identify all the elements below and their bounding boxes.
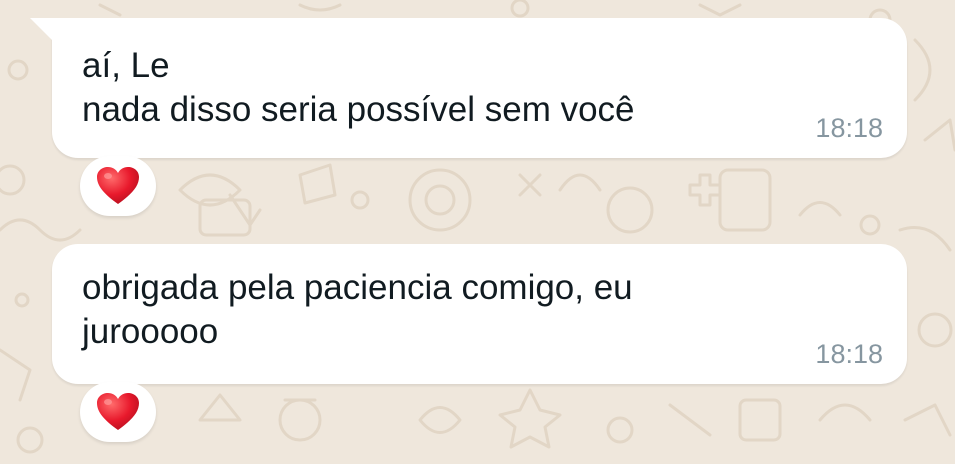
message-bubble-2[interactable]: obrigada pela paciencia comigo, eu juroo… [52, 244, 907, 384]
red-heart-icon [96, 392, 140, 432]
red-heart-icon [96, 166, 140, 206]
message-bubble-1[interactable]: aí, Le nada disso seria possível sem voc… [30, 18, 907, 158]
message-timestamp: 18:18 [815, 113, 883, 143]
bubble-tail [30, 18, 52, 40]
reaction-badge[interactable] [80, 156, 156, 216]
message-text: obrigada pela paciencia comigo, eu juroo… [82, 268, 633, 351]
message-timestamp: 18:18 [815, 339, 883, 369]
reaction-badge[interactable] [80, 382, 156, 442]
message-text: aí, Le nada disso seria possível sem voc… [82, 46, 635, 129]
